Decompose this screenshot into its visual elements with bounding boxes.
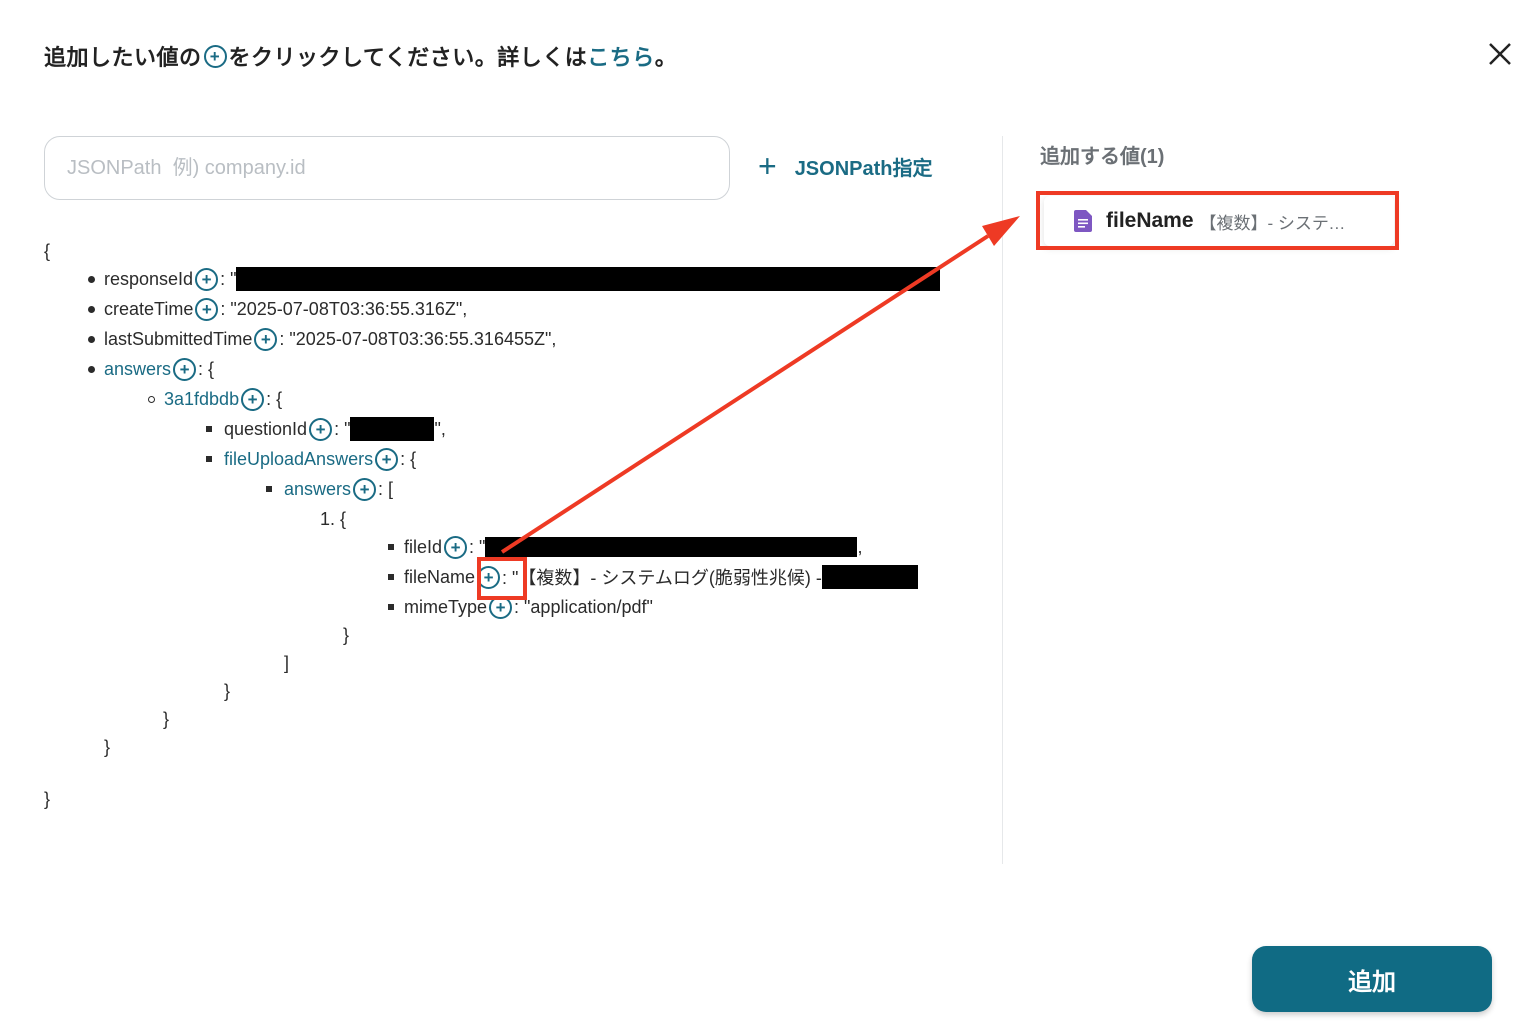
add-value-inner-answers-icon[interactable]: +	[353, 477, 377, 501]
json-close-bracket: ]	[284, 652, 290, 673]
json-punct: : {	[198, 358, 215, 379]
json-key: questionId	[224, 418, 308, 439]
highlight-box-plus	[477, 557, 527, 600]
json-key: lastSubmittedTime	[104, 328, 253, 349]
highlight-box-selected	[1036, 191, 1399, 250]
json-row-mimeType: mimeType + : "application/pdf"	[404, 592, 653, 622]
json-close-brace: }	[343, 624, 350, 645]
json-row-fileId: fileId + : " ,	[404, 532, 862, 562]
json-value: : "	[334, 418, 351, 439]
json-value: : "2025-07-08T03:36:55.316Z",	[220, 298, 468, 319]
json-row-createTime: createTime + : "2025-07-08T03:36:55.316Z…	[104, 294, 467, 324]
list-bullet	[206, 426, 212, 432]
json-row-answers: answers + : {	[104, 354, 214, 384]
json-punct: : {	[400, 448, 417, 469]
json-row-fileUploadAnswers: fileUploadAnswers + : {	[224, 444, 416, 474]
add-value-createTime-icon[interactable]: +	[195, 297, 219, 321]
add-value-item-icon[interactable]: +	[241, 387, 265, 411]
json-value: : "2025-07-08T03:36:55.316455Z",	[279, 328, 557, 349]
json-object-key[interactable]: answers	[284, 479, 351, 500]
list-bullet	[388, 574, 394, 580]
list-bullet	[148, 396, 155, 403]
json-close-brace-root: }	[44, 788, 51, 809]
json-punct: : [	[378, 478, 394, 499]
json-row-responseId: responseId + : "	[104, 264, 941, 294]
list-bullet	[88, 336, 95, 343]
json-key: mimeType	[404, 596, 488, 617]
panel-divider	[1002, 136, 1003, 864]
json-value-suffix: ,	[857, 536, 863, 557]
json-value: : "application/pdf"	[514, 596, 653, 617]
add-value-questionId-icon[interactable]: +	[309, 417, 333, 441]
list-bullet	[206, 456, 212, 462]
close-icon[interactable]	[1486, 40, 1514, 68]
json-row-lastSubmittedTime: lastSubmittedTime + : "2025-07-08T03:36:…	[104, 324, 556, 354]
json-value: : "【複数】- システムログ(脆弱性兆候) -	[502, 568, 822, 588]
json-object-key[interactable]: answers	[104, 359, 171, 380]
json-array-index: 1. {	[320, 508, 347, 529]
json-close-brace: }	[163, 708, 170, 729]
json-row-inner-answers: answers + : [	[284, 474, 393, 504]
add-value-lastSubmittedTime-icon[interactable]: +	[254, 327, 278, 351]
list-bullet	[88, 306, 95, 313]
json-key: responseId	[104, 268, 194, 289]
json-value: : "	[220, 268, 237, 289]
redacted-block	[821, 565, 918, 589]
selected-values-title: 追加する値(1)	[1040, 146, 1165, 168]
json-object-key[interactable]: 3a1fdbdb	[164, 389, 239, 410]
json-tree: { responseId + : " createTime + : "2025-…	[0, 0, 1000, 900]
add-value-fileId-icon[interactable]: +	[444, 535, 468, 559]
json-punct: : {	[266, 388, 283, 409]
json-close-brace: }	[104, 736, 111, 757]
json-row-item: 3a1fdbdb + : {	[164, 384, 282, 414]
add-value-fileUploadAnswers-icon[interactable]: +	[375, 447, 399, 471]
json-value-suffix: ",	[434, 418, 446, 439]
add-value-answers-icon[interactable]: +	[173, 357, 197, 381]
list-bullet	[88, 276, 95, 283]
json-key: fileName	[404, 566, 476, 587]
list-bullet	[388, 604, 394, 610]
redacted-block	[485, 537, 858, 557]
json-row-questionId: questionId + : " ",	[224, 414, 446, 444]
list-bullet	[388, 544, 394, 550]
json-value: : "	[469, 536, 486, 557]
json-object-key[interactable]: fileUploadAnswers	[224, 449, 373, 470]
redacted-block	[350, 417, 435, 441]
json-open-brace: {	[44, 240, 51, 261]
add-button[interactable]: 追加	[1252, 946, 1492, 1012]
list-bullet	[266, 486, 272, 492]
json-close-brace: }	[224, 680, 231, 701]
add-value-responseId-icon[interactable]: +	[195, 267, 219, 291]
list-bullet	[88, 366, 95, 373]
json-key: createTime	[104, 298, 194, 319]
json-key: fileId	[404, 536, 443, 557]
redacted-block	[236, 267, 941, 291]
